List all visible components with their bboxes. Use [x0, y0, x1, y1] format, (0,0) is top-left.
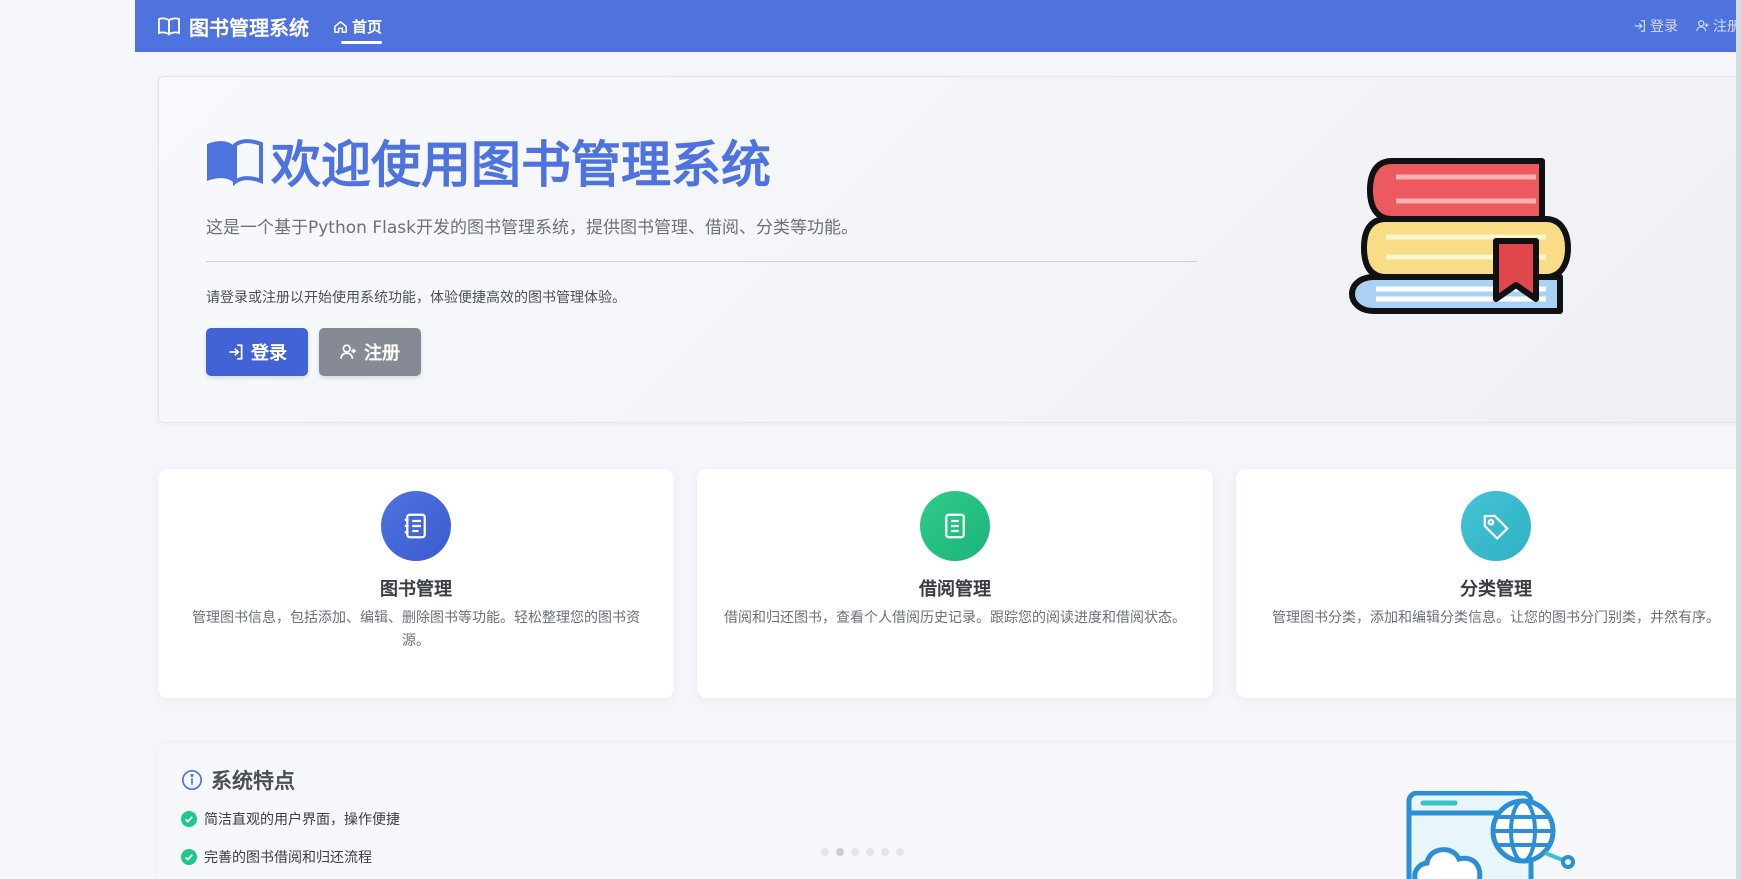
- card-icon-badge: [920, 491, 990, 561]
- book-icon: [158, 17, 180, 36]
- carousel-indicators: [821, 848, 904, 856]
- card-title: 图书管理: [380, 579, 452, 600]
- brand[interactable]: 图书管理系统: [157, 12, 309, 41]
- check-circle-icon: [181, 849, 197, 865]
- card-title: 分类管理: [1460, 579, 1532, 600]
- feature-card-category[interactable]: 分类管理 管理图书分类，添加和编辑分类信息。让您的图书分门别类，井然有序。: [1236, 469, 1741, 698]
- nav-login-label: 登录: [1650, 19, 1678, 35]
- card-icon-badge: [1461, 491, 1531, 561]
- login-button-label: 登录: [251, 343, 287, 364]
- book-stack-illustration: [1349, 158, 1571, 314]
- active-indicator: [341, 41, 383, 44]
- feature-item-text: 简洁直观的用户界面，操作便捷: [204, 812, 400, 828]
- notebook-icon: [404, 513, 426, 539]
- user-plus-icon: [340, 344, 356, 359]
- cloud-network-illustration: [1406, 791, 1575, 879]
- scrollbar[interactable]: [1736, 0, 1741, 879]
- hero-jumbotron: 欢迎使用图书管理系统 这是一个基于Python Flask开发的图书管理系统，提…: [158, 76, 1741, 423]
- card-icon-badge: [381, 491, 451, 561]
- nav-home[interactable]: 首页: [333, 0, 383, 52]
- hero-lead: 这是一个基于Python Flask开发的图书管理系统，提供图书管理、借阅、分类…: [206, 218, 858, 238]
- carousel-dot[interactable]: [851, 848, 859, 856]
- nav-login[interactable]: 登录: [1633, 16, 1678, 36]
- login-icon: [1634, 20, 1645, 32]
- login-icon: [229, 344, 243, 360]
- login-button[interactable]: 登录: [206, 328, 308, 376]
- page: 图书管理系统 首页 登录 注册 欢迎使用图书管理系统 这是一个基于Python …: [135, 0, 1741, 879]
- carousel-dot[interactable]: [821, 848, 829, 856]
- home-icon: [334, 20, 347, 33]
- list-icon: [945, 513, 965, 539]
- carousel-dot-active[interactable]: [836, 848, 844, 856]
- carousel-dot[interactable]: [881, 848, 889, 856]
- feature-item-text: 完善的图书借阅和归还流程: [204, 850, 372, 866]
- nav-register[interactable]: 注册: [1696, 16, 1741, 36]
- nav-right: 登录 注册: [1633, 0, 1741, 52]
- feature-item: 简洁直观的用户界面，操作便捷: [181, 809, 400, 829]
- hero-divider: [206, 261, 1197, 262]
- nav-home-label: 首页: [352, 17, 383, 36]
- card-description: 借阅和归还图书，查看个人借阅历史记录。跟踪您的阅读进度和借阅状态。: [724, 610, 1186, 626]
- card-title: 借阅管理: [919, 579, 991, 600]
- brand-label: 图书管理系统: [189, 15, 309, 40]
- tag-icon: [1483, 514, 1509, 541]
- hero-title: 欢迎使用图书管理系统: [205, 125, 771, 197]
- top-navbar: 图书管理系统 首页 登录 注册: [135, 0, 1741, 52]
- register-button[interactable]: 注册: [319, 328, 421, 376]
- features-heading-text: 系统特点: [211, 769, 295, 793]
- left-gutter: [0, 0, 135, 879]
- feature-card-borrow[interactable]: 借阅管理 借阅和归还图书，查看个人借阅历史记录。跟踪您的阅读进度和借阅状态。: [697, 469, 1213, 698]
- register-button-label: 注册: [364, 343, 400, 364]
- check-circle-icon: [181, 811, 197, 827]
- carousel-dot[interactable]: [866, 848, 874, 856]
- card-description: 管理图书信息，包括添加、编辑、删除图书等功能。轻松整理您的图书资源。: [192, 610, 640, 649]
- feature-item: 完善的图书借阅和归还流程: [181, 847, 372, 867]
- system-features-section: 系统特点 简洁直观的用户界面，操作便捷 完善的图书借阅和归还流程: [158, 743, 1741, 879]
- info-circle-icon: [182, 770, 202, 790]
- card-description: 管理图书分类，添加和编辑分类信息。让您的图书分门别类，井然有序。: [1272, 610, 1720, 626]
- carousel-dot[interactable]: [896, 848, 904, 856]
- hero-title-text: 欢迎使用图书管理系统: [271, 136, 771, 194]
- hero-subtext: 请登录或注册以开始使用系统功能，体验便捷高效的图书管理体验。: [206, 290, 626, 306]
- feature-card-books[interactable]: 图书管理 管理图书信息，包括添加、编辑、删除图书等功能。轻松整理您的图书资源。: [158, 469, 674, 698]
- features-heading: 系统特点: [181, 765, 295, 795]
- book-open-icon: [207, 139, 263, 186]
- user-plus-icon: [1696, 20, 1709, 32]
